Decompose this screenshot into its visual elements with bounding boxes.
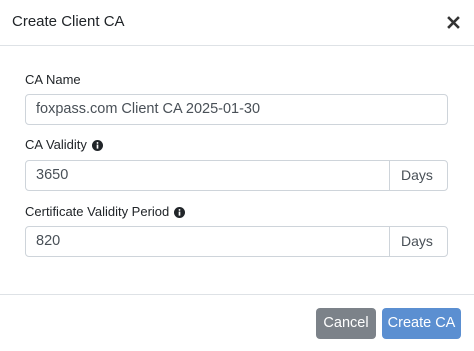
info-icon[interactable] bbox=[174, 206, 186, 218]
certificate-validity-label-text: Certificate Validity Period bbox=[25, 204, 170, 219]
close-icon bbox=[447, 16, 460, 29]
create-ca-button[interactable]: Create CA bbox=[382, 308, 461, 339]
ca-validity-input[interactable]: 3650 bbox=[25, 160, 390, 191]
ca-name-label: CA Name bbox=[25, 72, 81, 88]
modal-title: Create Client CA bbox=[12, 13, 125, 30]
cancel-button[interactable]: Cancel bbox=[316, 308, 376, 339]
close-button[interactable] bbox=[446, 12, 462, 32]
ca-name-input[interactable]: foxpass.com Client CA 2025-01-30 bbox=[25, 94, 448, 125]
ca-validity-label-text: CA Validity bbox=[25, 137, 87, 152]
certificate-validity-unit: Days bbox=[389, 226, 448, 257]
create-client-ca-modal: Create Client CA CA Name foxpass.com Cli… bbox=[0, 0, 474, 351]
certificate-validity-label: Certificate Validity Period bbox=[25, 204, 186, 220]
ca-name-label-text: CA Name bbox=[25, 72, 81, 87]
ca-validity-unit: Days bbox=[389, 160, 448, 191]
certificate-validity-input[interactable]: 820 bbox=[25, 226, 390, 257]
modal-footer: Cancel Create CA bbox=[0, 294, 474, 351]
info-icon[interactable] bbox=[91, 139, 103, 151]
ca-validity-label: CA Validity bbox=[25, 137, 103, 153]
modal-header: Create Client CA bbox=[0, 0, 474, 46]
modal-body: CA Name foxpass.com Client CA 2025-01-30… bbox=[0, 46, 474, 294]
